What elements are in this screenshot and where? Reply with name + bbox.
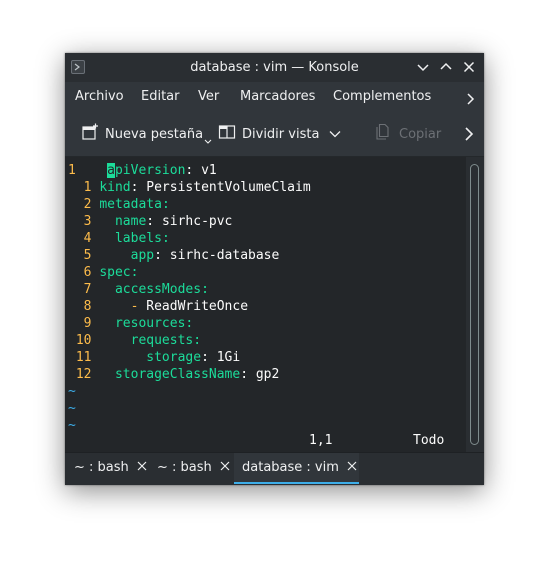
menu-complementos[interactable]: Complementos (333, 82, 431, 112)
menu-bar: Archivo Editar Ver Marcadores Complement… (65, 82, 484, 112)
editor-line: 12 storageClassName: gp2 (75, 367, 280, 382)
menu-editar[interactable]: Editar (141, 82, 180, 112)
empty-line-tilde: ~ (68, 384, 76, 399)
editor-line: 9 resources: (83, 316, 194, 331)
close-tab-icon[interactable] (137, 453, 147, 482)
editor-line: 8 - ReadWriteOnce (83, 299, 249, 314)
editor-line: 7 accessModes: (83, 282, 209, 297)
split-view-button[interactable]: Dividir vista (218, 112, 341, 156)
editor-line: 2 metadata: (83, 197, 170, 212)
scroll-position: Todo (413, 433, 445, 448)
copy-button[interactable]: Copiar (374, 112, 441, 156)
editor-line: 6 spec: (83, 265, 139, 280)
title-bar[interactable]: database : vim — Konsole (65, 53, 484, 82)
new-tab-button[interactable]: Nueva pestaña (81, 112, 212, 156)
cursor-char: a (107, 163, 115, 178)
tab-label: ~ : bash (157, 460, 212, 475)
tab-database-vim[interactable]: database : vim (234, 453, 359, 484)
tab-label: database : vim (242, 460, 339, 475)
tab-label: ~ : bash (74, 460, 129, 475)
split-view-chevron-down-icon[interactable] (329, 130, 341, 138)
line-number: 1 (68, 163, 76, 178)
cursor-position: 1,1 (309, 433, 333, 448)
editor-line: 3 name: sirhc-pvc (83, 214, 233, 229)
toolbar-overflow-chevron-icon[interactable] (461, 112, 477, 156)
menu-ver[interactable]: Ver (198, 82, 219, 112)
empty-line-tilde: ~ (68, 401, 76, 416)
split-view-label: Dividir vista (242, 126, 320, 142)
new-tab-label: Nueva pestaña (105, 126, 204, 142)
editor-line: 10 requests: (75, 333, 202, 348)
menu-overflow-chevron-icon[interactable] (463, 89, 479, 105)
scrollbar-thumb[interactable] (470, 164, 479, 445)
menu-archivo[interactable]: Archivo (75, 82, 124, 112)
editor-line: 1 kind: PersistentVolumeClaim (83, 180, 311, 195)
split-view-icon (218, 123, 236, 145)
editor-line: 5 app: sirhc-database (83, 248, 280, 263)
scrollbar[interactable] (466, 157, 484, 452)
editor-line: 11 storage: 1Gi (75, 350, 241, 365)
terminal-view[interactable]: 1 apiVersion: v1 1 kind: PersistentVolum… (65, 157, 484, 452)
close-icon[interactable] (461, 59, 477, 75)
toolbar: Nueva pestaña Dividir vista Copiar (65, 112, 484, 157)
close-tab-icon[interactable] (347, 453, 357, 482)
konsole-window: database : vim — Konsole Archivo Editar … (65, 53, 484, 485)
new-tab-icon (81, 123, 99, 145)
copy-icon (374, 123, 390, 145)
minimize-icon[interactable] (415, 59, 431, 75)
empty-line-tilde: ~ (68, 418, 76, 433)
maximize-icon[interactable] (438, 59, 454, 75)
editor-line: 1 apiVersion: v1 (68, 163, 217, 178)
close-tab-icon[interactable] (220, 453, 230, 482)
new-tab-dropdown-icon[interactable] (204, 134, 212, 149)
tab-bar: ~ : bash ~ : bash database : vim (65, 452, 484, 485)
menu-marcadores[interactable]: Marcadores (240, 82, 315, 112)
tab-bash-1[interactable]: ~ : bash (65, 453, 149, 484)
copy-label: Copiar (399, 126, 442, 142)
tab-bash-2[interactable]: ~ : bash (149, 453, 233, 484)
line-value: v1 (201, 163, 217, 178)
editor-line: 4 labels: (83, 231, 170, 246)
